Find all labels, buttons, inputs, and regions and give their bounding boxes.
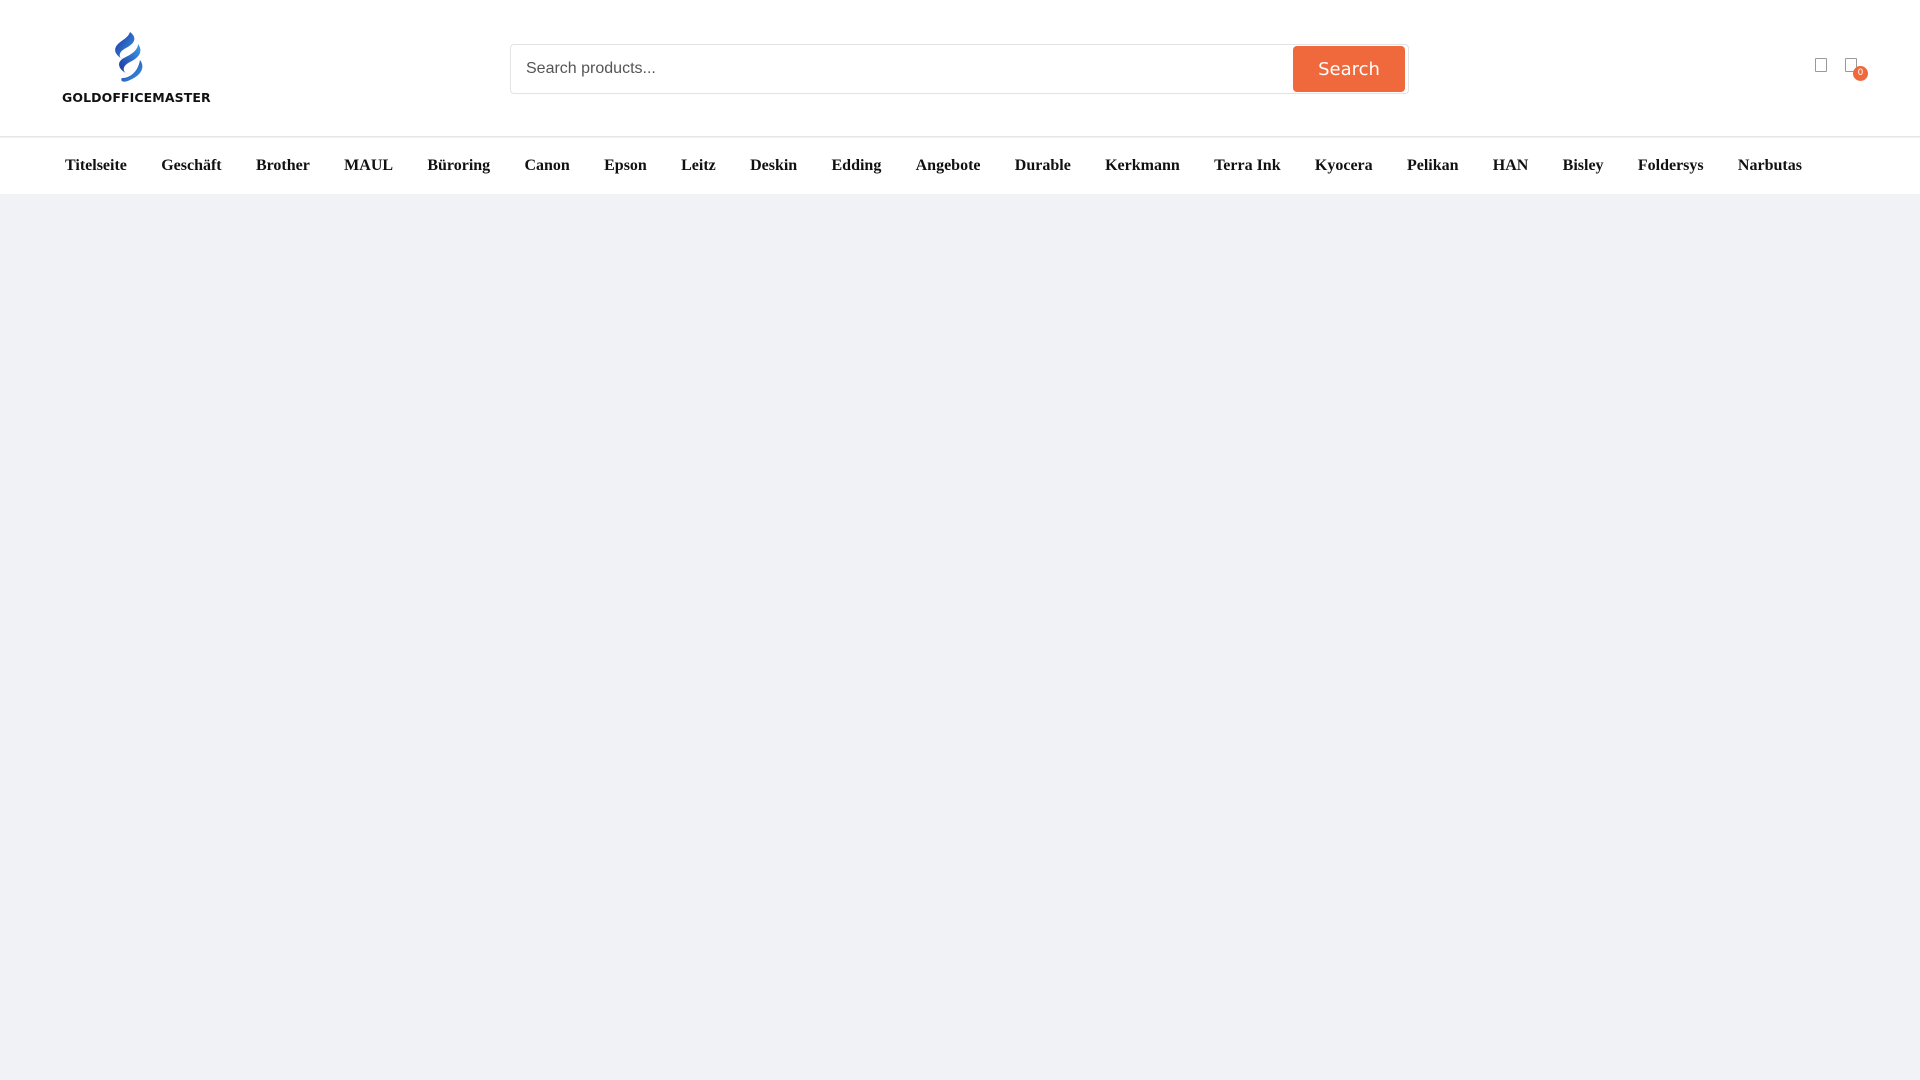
- nav-item-bisley[interactable]: Bisley: [1563, 157, 1604, 175]
- nav-item-pelikan[interactable]: Pelikan: [1407, 157, 1459, 175]
- brand-name: GOLDOFFICEMASTER: [62, 90, 211, 105]
- site-logo[interactable]: GOLDOFFICEMASTER: [62, 30, 211, 110]
- flame-swirl-logo-icon: [115, 32, 143, 82]
- cart-count-badge: 0: [1853, 66, 1868, 81]
- nav-item-brother[interactable]: Brother: [256, 157, 310, 175]
- main-content-area: [0, 194, 1920, 1080]
- nav-item-kerkmann[interactable]: Kerkmann: [1105, 157, 1180, 175]
- nav-item-deskin[interactable]: Deskin: [750, 157, 797, 175]
- search-button[interactable]: Search: [1293, 46, 1405, 92]
- nav-item-geschaeft[interactable]: Geschäft: [161, 157, 221, 175]
- main-navigation: Titelseite Geschäft Brother MAUL Bürorin…: [0, 138, 1920, 194]
- nav-item-foldersys[interactable]: Foldersys: [1638, 157, 1704, 175]
- nav-item-epson[interactable]: Epson: [604, 157, 647, 175]
- nav-item-narbutas[interactable]: Narbutas: [1738, 157, 1802, 175]
- nav-item-terra-ink[interactable]: Terra Ink: [1214, 157, 1281, 175]
- header-icons: 0: [1814, 58, 1874, 82]
- nav-item-kyocera[interactable]: Kyocera: [1315, 157, 1373, 175]
- search-bar: Search: [510, 44, 1409, 94]
- nav-item-edding[interactable]: Edding: [832, 157, 882, 175]
- nav-list: Titelseite Geschäft Brother MAUL Bürorin…: [0, 138, 1920, 194]
- site-header: GOLDOFFICEMASTER Search 0: [0, 0, 1920, 137]
- nav-item-durable[interactable]: Durable: [1015, 157, 1071, 175]
- search-input[interactable]: [511, 45, 1291, 93]
- nav-item-bueroring[interactable]: Büroring: [427, 157, 490, 175]
- nav-item-leitz[interactable]: Leitz: [681, 157, 716, 175]
- nav-item-canon[interactable]: Canon: [524, 157, 569, 175]
- nav-item-angebote[interactable]: Angebote: [916, 157, 981, 175]
- nav-item-maul[interactable]: MAUL: [344, 157, 393, 175]
- nav-item-han[interactable]: HAN: [1493, 157, 1529, 175]
- user-icon[interactable]: [1815, 58, 1827, 72]
- nav-item-titelseite[interactable]: Titelseite: [65, 157, 127, 175]
